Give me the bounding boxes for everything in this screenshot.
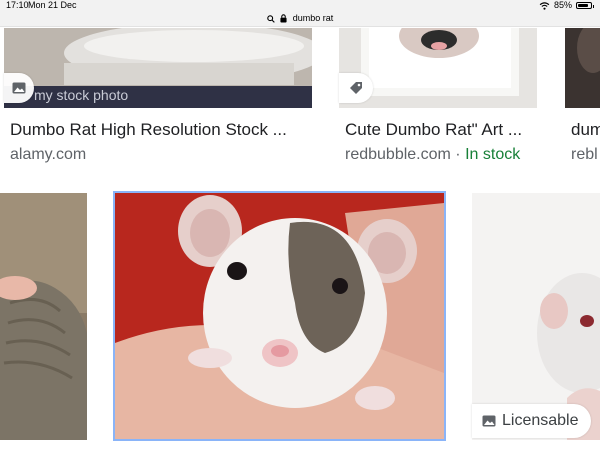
result-source-2-domain: redbubble.com	[345, 146, 451, 163]
image-badge-1	[4, 73, 34, 103]
result-source-3[interactable]: rebl	[571, 146, 598, 164]
status-right: 85%	[539, 0, 594, 11]
result-title-1[interactable]: Dumbo Rat High Resolution Stock ...	[10, 120, 287, 140]
licensable-label: Licensable	[502, 412, 579, 429]
result-title-3[interactable]: dum	[571, 120, 600, 140]
separator-dot: ·	[455, 146, 461, 163]
watermark-text-1: my stock photo	[34, 87, 129, 103]
tag-icon	[350, 82, 362, 94]
status-time: 17:10	[6, 0, 29, 10]
result-source-2[interactable]: redbubble.com · In stock	[345, 146, 520, 164]
search-icon	[266, 14, 275, 23]
image-icon	[482, 415, 496, 427]
result-image-6[interactable]	[472, 193, 600, 440]
licensable-badge[interactable]: Licensable	[472, 404, 591, 438]
result-title-2[interactable]: Cute Dumbo Rat" Art ...	[345, 120, 522, 140]
result-image-5-selected[interactable]	[113, 191, 446, 441]
tag-badge-2	[339, 73, 373, 103]
battery-fill	[578, 4, 589, 7]
battery-icon	[576, 2, 594, 9]
status-date: Mon 21 Dec	[28, 0, 77, 10]
in-stock-label: In stock	[465, 146, 521, 163]
result-image-4[interactable]	[0, 193, 87, 440]
status-bar: 17:10 Mon 21 Dec dumbo rat 85%	[0, 0, 600, 27]
result-source-1[interactable]: alamy.com	[10, 146, 86, 164]
battery-percent: 85%	[553, 0, 572, 10]
address-bar[interactable]: dumbo rat	[0, 12, 600, 25]
rat-sweater-photo	[0, 193, 87, 440]
result-image-3[interactable]	[565, 28, 600, 108]
wifi-icon	[539, 1, 550, 10]
address-text: dumbo rat	[292, 13, 334, 23]
white-rat-photo	[472, 193, 600, 440]
lock-icon	[280, 14, 287, 23]
rat-partial-photo	[565, 28, 600, 108]
image-icon	[12, 82, 26, 94]
dumbo-rat-photo	[115, 193, 444, 439]
